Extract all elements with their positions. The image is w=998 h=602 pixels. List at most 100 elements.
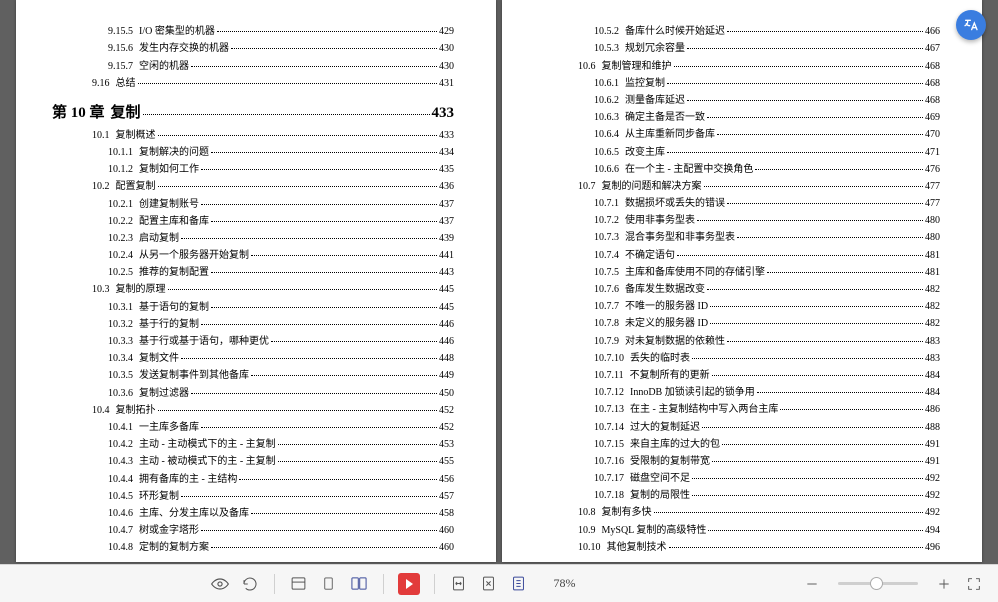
toc-entry: 10.7.5主库和备库使用不同的存储引擎481 [538, 263, 940, 278]
toc-number: 10.7.17 [594, 473, 624, 484]
toc-title: 未定义的服务器 ID [625, 314, 708, 329]
toc-number: 10.9 [578, 525, 596, 536]
toc-page: 483 [925, 353, 940, 364]
toc-title: 复制的问题和解决方案 [602, 177, 702, 192]
toc-leader [707, 289, 923, 290]
rotate-icon[interactable] [240, 574, 260, 594]
toc-page: 436 [439, 181, 454, 192]
toc-title: 备库发生数据改变 [625, 280, 705, 295]
toc-leader [168, 289, 438, 290]
zoom-level: 78% [545, 576, 585, 591]
view-split-icon[interactable] [289, 574, 309, 594]
toc-number: 10.7.5 [594, 267, 619, 278]
toc-entry: 10.3.2基于行的复制446 [52, 315, 454, 330]
toc-entry: 9.15.6发生内存交换的机器430 [52, 39, 454, 54]
toc-entry: 10.5.3规划冗余容量467 [538, 39, 940, 54]
toc-title: 磁盘空间不足 [630, 469, 690, 484]
toc-page: 453 [439, 439, 454, 450]
toc-page: 452 [439, 422, 454, 433]
toc-number: 10.7.7 [594, 301, 619, 312]
toc-number: 10.7.8 [594, 318, 619, 329]
toc-number: 10.4.7 [108, 525, 133, 536]
toc-leader [201, 324, 437, 325]
toc-page: 468 [925, 61, 940, 72]
toc-entry: 10.7复制的问题和解决方案477 [538, 177, 940, 192]
toc-page: 481 [925, 250, 940, 261]
translate-fab[interactable] [956, 10, 986, 40]
toc-page: 486 [925, 404, 940, 415]
fit-width-icon[interactable] [449, 574, 469, 594]
toc-leader [757, 392, 923, 393]
toc-entry: 10.4.2主动 - 主动模式下的主 - 主复制453 [52, 435, 454, 450]
toc-leader [692, 358, 923, 359]
toc-number: 10.6.6 [594, 164, 619, 175]
toc-page: 484 [925, 387, 940, 398]
toc-number: 10.7.12 [594, 387, 624, 398]
toc-number: 10.6.2 [594, 95, 619, 106]
toc-entry: 10.3.6复制过滤器450 [52, 384, 454, 399]
toc-page: 467 [925, 43, 940, 54]
zoom-in-button[interactable] [934, 574, 954, 594]
toc-page: 492 [925, 473, 940, 484]
toc-page: 452 [439, 405, 454, 416]
toc-leader [710, 323, 923, 324]
toc-number: 10.6.5 [594, 147, 619, 158]
toc-leader [654, 512, 924, 513]
toc-number: 9.15.7 [108, 61, 133, 72]
toolbar: 78% [0, 564, 998, 602]
toc-page: 466 [925, 26, 940, 37]
page-left: 9.15.5I/O 密集型的机器4299.15.6发生内存交换的机器4309.1… [16, 0, 496, 562]
toc-entry: 10.7.16受限制的复制带宽491 [538, 452, 940, 467]
toc-page: 460 [439, 542, 454, 553]
toc-number: 10.7.16 [594, 456, 624, 467]
toc-entry: 10.1.2复制如何工作435 [52, 160, 454, 175]
toc-leader [181, 238, 437, 239]
toc-entry: 10.4.8定制的复制方案460 [52, 538, 454, 553]
toc-page: 484 [925, 370, 940, 381]
toc-entry: 10.3.3基于行或基于语句，哪种更优446 [52, 332, 454, 347]
toc-number: 10.6 [578, 61, 596, 72]
toc-entry: 10.7.7不唯一的服务器 ID482 [538, 297, 940, 312]
toc-leader [211, 152, 437, 153]
toc-title: MySQL 复制的高级特性 [602, 521, 707, 536]
zoom-slider[interactable] [838, 582, 918, 585]
toc-number: 10.4.2 [108, 439, 133, 450]
actual-size-icon[interactable] [509, 574, 529, 594]
toc-page: 483 [925, 336, 940, 347]
toc-number: 10.7 [578, 181, 596, 192]
toc-number: 第 10 章 [52, 101, 105, 122]
toc-number: 10.6.1 [594, 78, 619, 89]
toc-page: 443 [439, 267, 454, 278]
toc-title: 推荐的复制配置 [139, 263, 209, 278]
toc-number: 10.4.4 [108, 474, 133, 485]
view-single-icon[interactable] [319, 574, 339, 594]
toc-number: 10.1 [92, 130, 110, 141]
toc-title: 规划冗余容量 [625, 39, 685, 54]
eye-icon[interactable] [210, 574, 230, 594]
toc-leader [201, 427, 437, 428]
toc-entry: 10.7.8未定义的服务器 ID482 [538, 314, 940, 329]
toc-number: 10.1.1 [108, 147, 133, 158]
toc-entry: 10.8复制有多快492 [538, 503, 940, 518]
zoom-out-button[interactable] [802, 574, 822, 594]
toc-entry: 10.4.5环形复制457 [52, 487, 454, 502]
toc-number: 10.4.1 [108, 422, 133, 433]
toc-leader [702, 427, 923, 428]
fit-page-icon[interactable] [479, 574, 499, 594]
toc-entry: 10.4.7树或金字塔形460 [52, 521, 454, 536]
toc-leader [271, 341, 437, 342]
toc-page: 460 [439, 525, 454, 536]
toc-title: 不确定语句 [625, 246, 675, 261]
toc-number: 10.3.6 [108, 388, 133, 399]
view-two-page-icon[interactable] [349, 574, 369, 594]
toc-entry: 10.6.6在一个主 - 主配置中交换角色476 [538, 160, 940, 175]
toc-title: 不复制所有的更新 [630, 366, 710, 381]
play-button[interactable] [398, 573, 420, 595]
toc-leader [704, 186, 924, 187]
toc-number: 10.7.9 [594, 336, 619, 347]
toc-leader [158, 135, 438, 136]
toc-page: 457 [439, 491, 454, 502]
toc-entry: 10.7.9对未复制数据的依赖性483 [538, 332, 940, 347]
fullscreen-icon[interactable] [964, 574, 984, 594]
toc-entry: 10.7.10丢失的临时表483 [538, 349, 940, 364]
